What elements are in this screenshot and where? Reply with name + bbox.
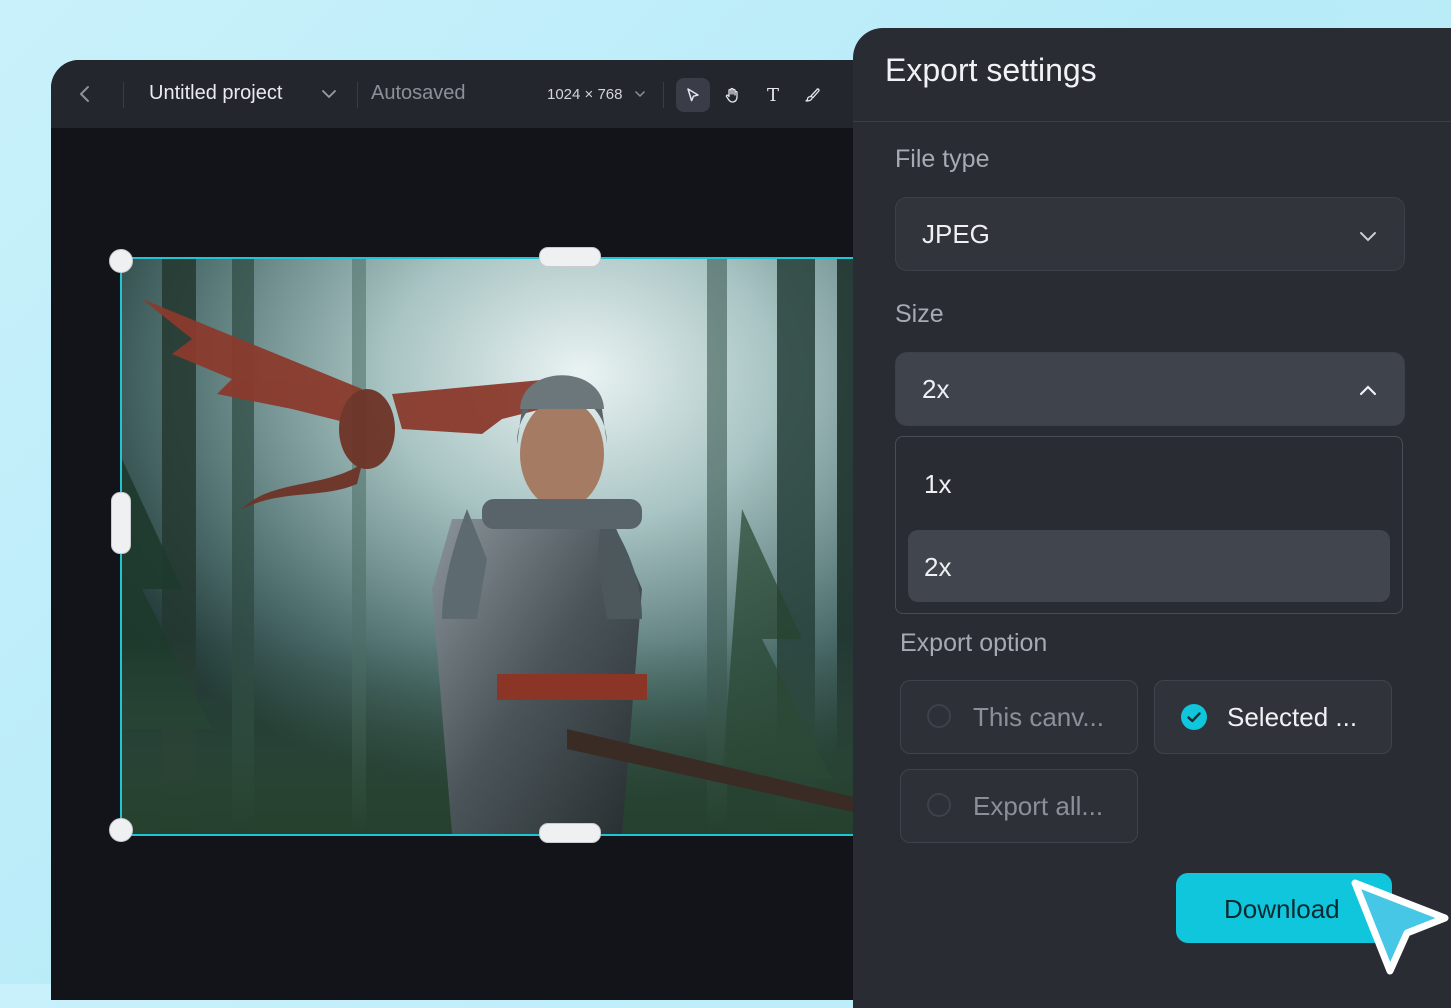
editor-toolbar: Untitled project Autosaved 1024 × 768 T <box>51 60 951 128</box>
toolbar-divider <box>357 82 358 108</box>
hand-tool-button[interactable] <box>715 78 749 112</box>
resize-handle-top-left[interactable] <box>109 249 133 273</box>
toolbar-divider <box>123 82 124 108</box>
download-label: Download <box>1224 894 1340 924</box>
size-select[interactable]: 2x <box>895 352 1405 426</box>
brush-tool-button[interactable] <box>795 78 829 112</box>
hand-icon <box>725 87 738 103</box>
export-option-text: This canv... <box>973 702 1105 732</box>
size-value: 2x <box>922 374 950 404</box>
canvas-image[interactable] <box>120 257 864 836</box>
chevron-up-icon <box>1359 385 1377 396</box>
select-tool-button[interactable] <box>676 78 710 112</box>
size-dropdown: 1x 2x <box>895 436 1403 614</box>
chevron-down-icon[interactable] <box>319 84 339 104</box>
file-type-label: File type <box>895 145 990 173</box>
file-type-value: JPEG <box>922 219 990 249</box>
export-settings-panel: Export settings File type JPEG Size 2x 1… <box>853 28 1451 1008</box>
back-arrow-icon[interactable] <box>73 82 97 106</box>
export-option-text: Export all... <box>973 791 1104 821</box>
export-option-text: Selected ... <box>1227 702 1358 732</box>
resize-handle-left[interactable] <box>111 492 131 554</box>
size-label: Size <box>895 300 944 328</box>
panel-divider <box>853 121 1451 122</box>
size-option-2x[interactable]: 2x <box>908 530 1390 602</box>
radio-unchecked-icon <box>927 704 951 728</box>
resize-handle-top[interactable] <box>539 247 601 267</box>
mouse-cursor-icon <box>1351 879 1449 975</box>
project-title[interactable]: Untitled project <box>149 82 282 105</box>
check-circle-icon <box>1181 704 1207 730</box>
export-option-this-canvas[interactable]: This canv... <box>900 680 1138 754</box>
canvas-size-selector[interactable]: 1024 × 768 <box>547 86 623 103</box>
file-type-select[interactable]: JPEG <box>895 197 1405 271</box>
resize-handle-bottom[interactable] <box>539 823 601 843</box>
knight-dragon-image <box>122 259 862 834</box>
export-option-selected[interactable]: Selected ... <box>1154 680 1392 754</box>
panel-title: Export settings <box>885 52 1097 88</box>
export-option-all[interactable]: Export all... <box>900 769 1138 843</box>
toolbar-divider <box>663 82 664 108</box>
radio-unchecked-icon <box>927 793 951 817</box>
save-status: Autosaved <box>371 82 466 104</box>
brush-icon <box>805 88 820 102</box>
size-option-1x[interactable]: 1x <box>908 447 1390 519</box>
cursor-arrow-icon <box>687 88 699 102</box>
text-icon: T <box>766 84 779 106</box>
size-option-label: 1x <box>924 469 952 499</box>
chevron-down-icon <box>1360 232 1376 242</box>
export-option-label: Export option <box>900 629 1048 657</box>
text-tool-button[interactable]: T <box>756 78 790 112</box>
editor-window: Untitled project Autosaved 1024 × 768 T <box>51 60 951 1000</box>
resize-handle-bottom-left[interactable] <box>109 818 133 842</box>
size-option-label: 2x <box>924 552 952 582</box>
chevron-down-icon[interactable] <box>633 87 647 101</box>
